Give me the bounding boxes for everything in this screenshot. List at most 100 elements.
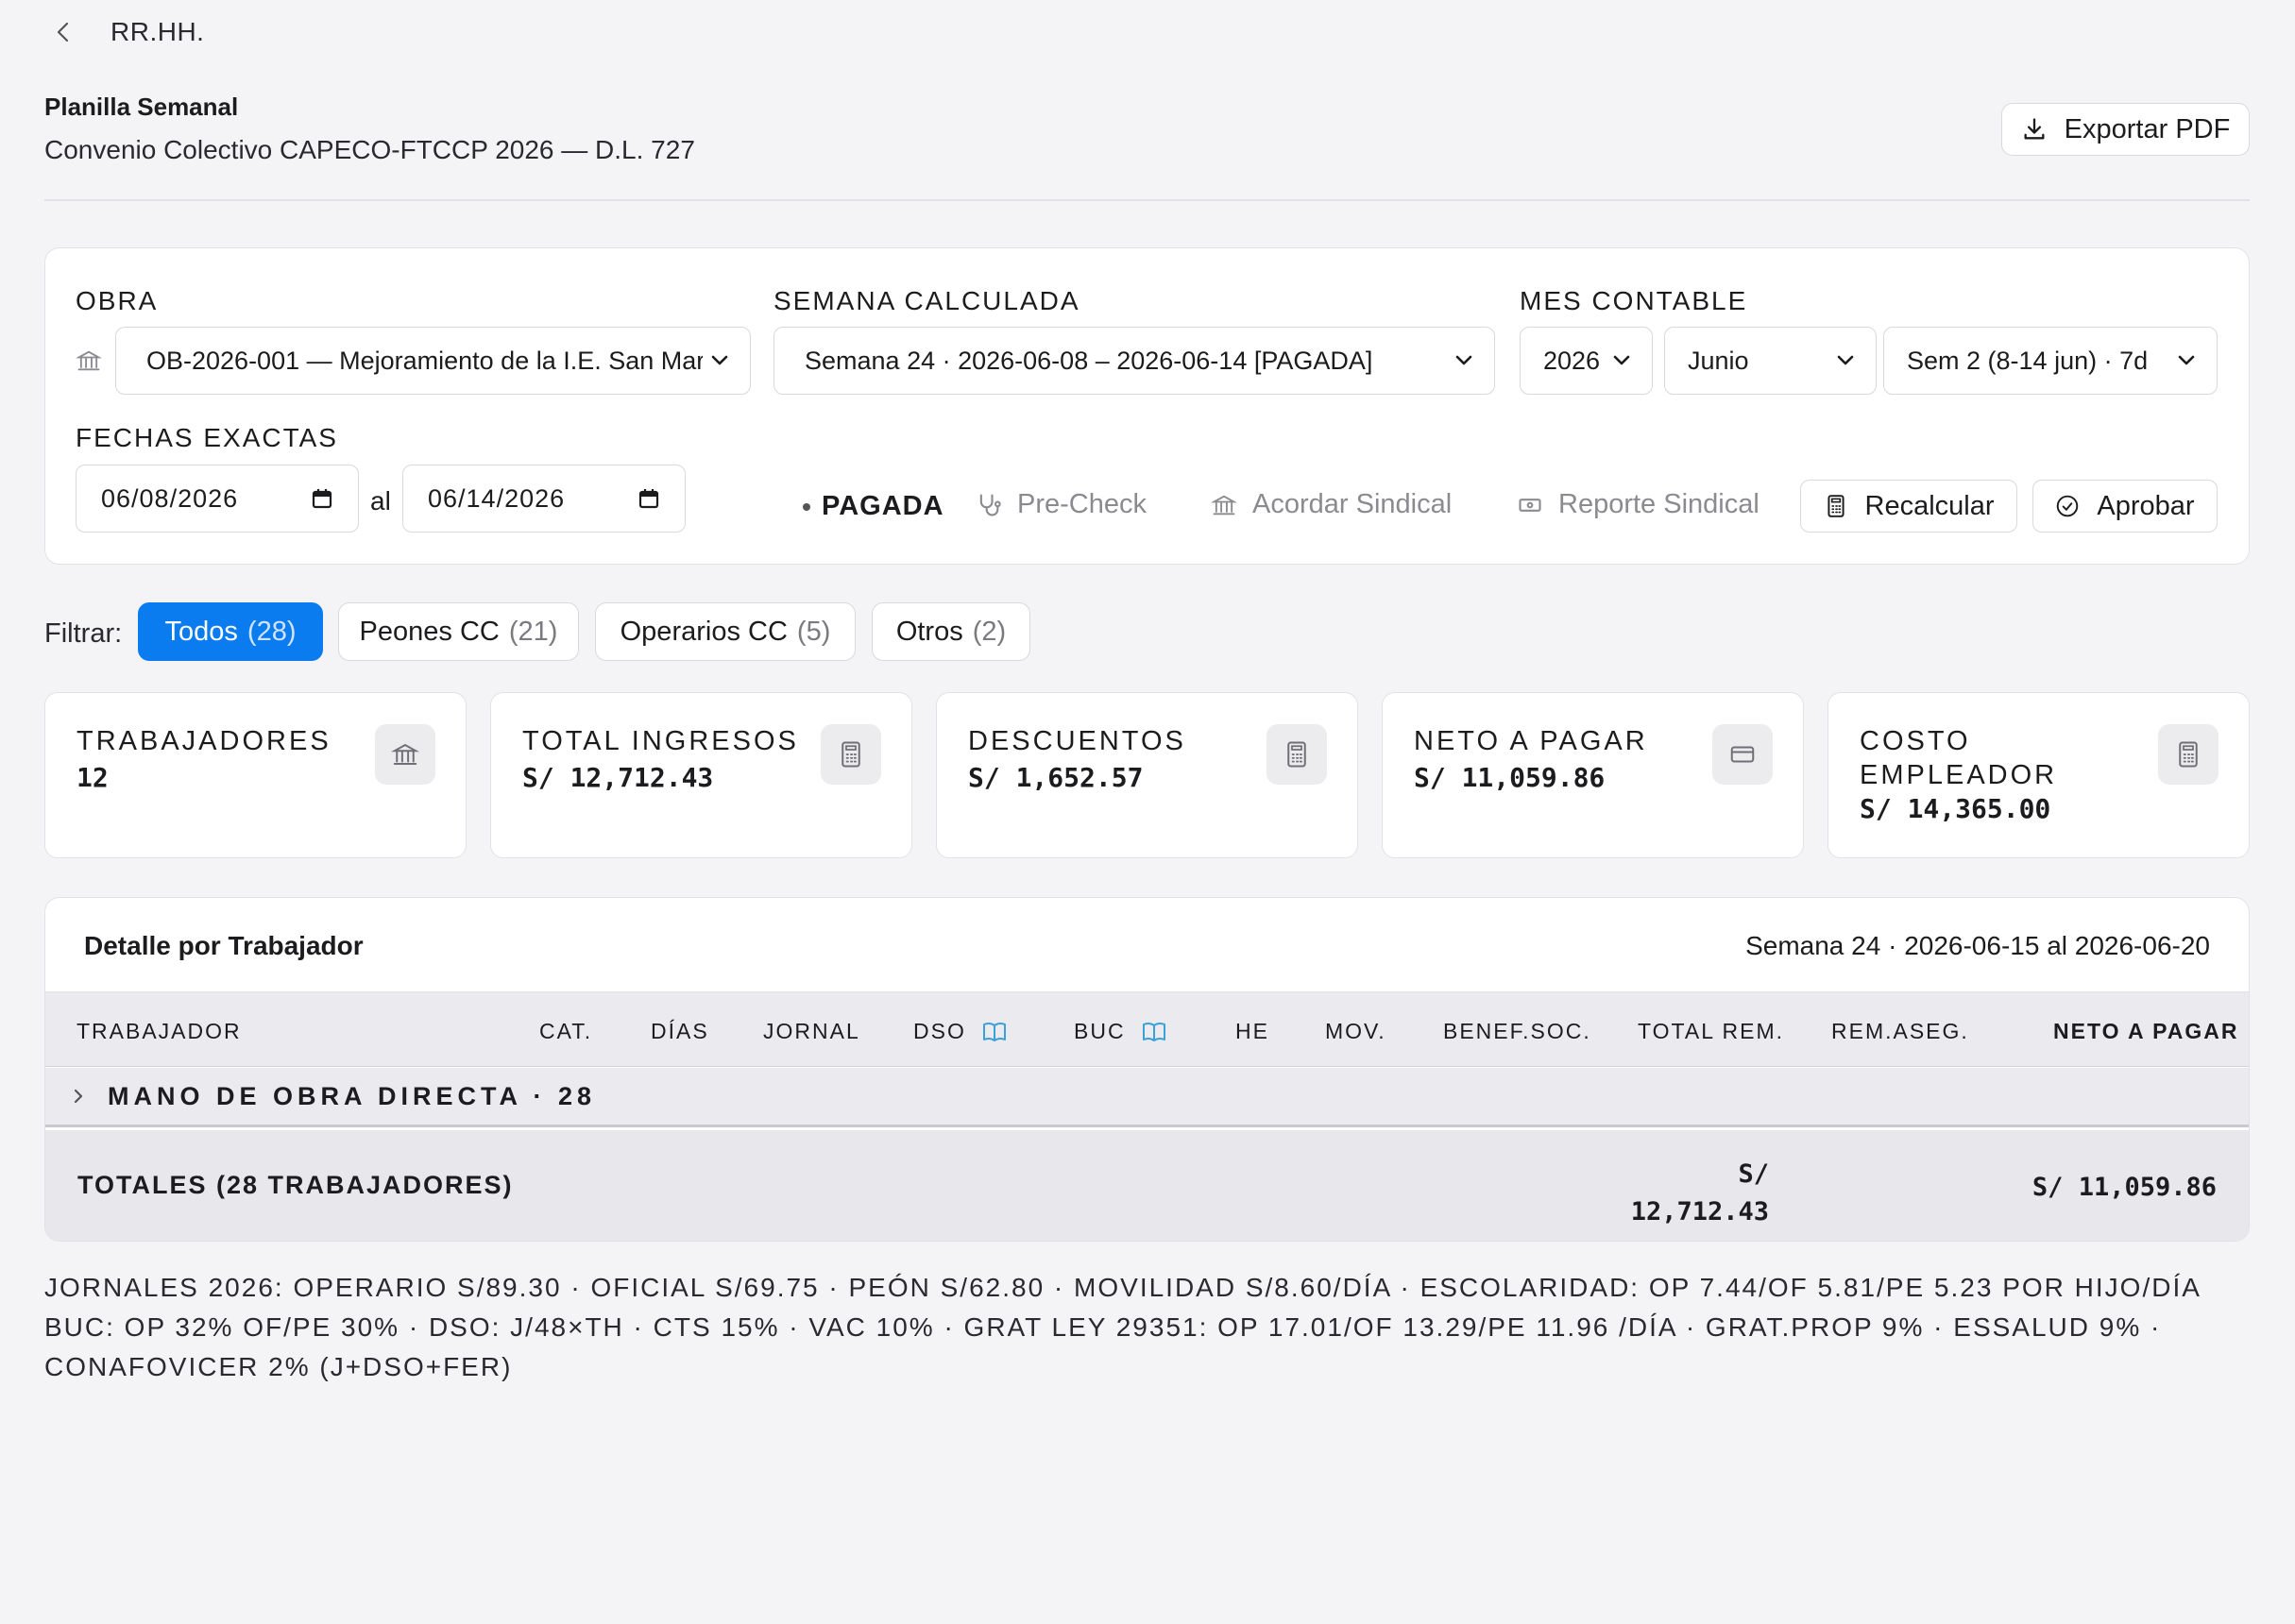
filter-pill-otros[interactable]: Otros (2) [872,602,1030,661]
month-select[interactable]: Junio [1664,327,1877,395]
table-header: TRABAJADOR CAT. DÍAS JORNAL DSO BUC HE M… [45,991,2249,1067]
stat-label: COSTO EMPLEADOR [1860,726,2058,790]
group-label: MANO DE OBRA DIRECTA · 28 [108,1081,597,1110]
col-neto-a-pagar[interactable]: NETO A PAGAR [2053,1019,2239,1044]
chevron-down-icon [711,355,728,365]
filter-pill-count: (21) [508,616,558,647]
stat-card-costo-empleador: COSTO EMPLEADOR S/ 14,365.00 [1828,692,2250,858]
col-buc-label: BUC [1074,1019,1126,1043]
bank-icon [1211,495,1237,515]
col-total-rem[interactable]: TOTAL REM. [1638,1019,1784,1044]
col-mov[interactable]: MOV. [1325,1019,1386,1044]
totals-row: TOTALES (28 TRABAJADORES) S/ 12,712.43 S… [45,1130,2249,1241]
date-to-value: 06/14/2026 [428,483,566,513]
week-select[interactable]: Sem 2 (8-14 jun) · 7d [1883,327,2218,395]
detail-title: Detalle por Trabajador [84,931,364,960]
col-dias[interactable]: DÍAS [651,1019,709,1044]
status-badge: PAGADA [803,491,944,522]
header-divider [44,199,2250,201]
group-row-mano-de-obra[interactable]: MANO DE OBRA DIRECTA · 28 [45,1068,2249,1127]
obra-select[interactable]: OB-2026-001 — Mejoramiento de la I.E. Sa… [115,327,751,395]
filter-pill-count: (2) [972,616,1007,647]
year-select-value: 2026 [1543,346,1601,375]
precheck-label: Pre-Check [1017,489,1147,519]
fechas-exactas-label: FECHAS EXACTAS [76,423,338,452]
calculator-icon [1827,495,1844,517]
stat-card-total-ingresos: TOTAL INGRESOS S/ 12,712.43 [490,692,912,858]
stat-label: TRABAJADORES [76,726,332,756]
book-icon[interactable] [981,1021,1008,1043]
recalcular-button[interactable]: Recalcular [1800,480,2017,533]
date-from-input[interactable]: 06/08/2026 [76,465,359,533]
stat-label: TOTAL INGRESOS [522,726,799,756]
semana-select-value: Semana 24 · 2026-06-08 – 2026-06-14 [PAG… [805,346,1373,375]
stat-value: S/ 14,365.00 [1860,793,2051,824]
col-benef-soc[interactable]: BENEF.SOC. [1443,1019,1591,1044]
week-select-value: Sem 2 (8-14 jun) · 7d [1907,346,2149,375]
month-select-value: Junio [1688,346,1749,375]
col-trabajador[interactable]: TRABAJADOR [76,1019,242,1044]
totals-total-rem: S/ 12,712.43 [1580,1156,1769,1231]
aprobar-button[interactable]: Aprobar [2032,480,2218,533]
filter-pill-todos[interactable]: Todos (28) [138,602,323,661]
detail-range: Semana 24 · 2026-06-15 al 2026-06-20 [1745,931,2210,960]
calendar-icon[interactable] [311,487,333,510]
filter-pill-label: Todos [164,616,238,647]
bank-icon [76,347,102,374]
stat-value: S/ 1,652.57 [968,762,1144,793]
date-from-value: 06/08/2026 [101,483,239,513]
date-to-input[interactable]: 06/14/2026 [402,465,686,533]
chevron-down-icon [2178,355,2195,365]
stat-label: DESCUENTOS [968,726,1186,756]
calculator-icon [1266,724,1327,785]
mes-contable-label: MES CONTABLE [1520,286,1748,315]
acordar-sindical-button[interactable]: Acordar Sindical [1211,489,1452,520]
book-icon[interactable] [1141,1021,1167,1043]
calendar-icon[interactable] [638,487,660,510]
filter-pill-label: Otros [895,616,963,647]
notes-line-2: BUC: OP 32% OF/PE 30% · DSO: J/48×TH · C… [44,1312,2162,1381]
filter-pill-count: (5) [796,616,831,647]
download-icon [2024,118,2045,140]
stat-card-descuentos: DESCUENTOS S/ 1,652.57 [936,692,1358,858]
totals-neto: S/ 11,059.86 [2032,1173,2217,1202]
col-dso[interactable]: DSO [913,1019,1008,1044]
col-buc[interactable]: BUC [1074,1019,1167,1044]
stethoscope-icon [979,493,1001,516]
stat-value: S/ 11,059.86 [1414,762,1606,793]
banknote-icon [1519,498,1541,512]
totals-total-rem-amount: 12,712.43 [1630,1197,1769,1226]
export-pdf-label: Exportar PDF [2064,113,2231,144]
semana-select[interactable]: Semana 24 · 2026-06-08 – 2026-06-14 [PAG… [774,327,1495,395]
col-rem-aseg[interactable]: REM.ASEG. [1831,1019,1969,1044]
reporte-sindical-button[interactable]: Reporte Sindical [1517,489,1760,520]
status-label: PAGADA [822,491,944,521]
precheck-button[interactable]: Pre-Check [976,489,1147,520]
top-nav: RR.HH. [44,13,204,51]
chevron-down-icon [1613,355,1630,365]
breadcrumb[interactable]: RR.HH. [110,17,204,47]
export-pdf-button[interactable]: Exportar PDF [2001,103,2250,156]
obra-label: OBRA [76,286,159,315]
check-circle-icon [2057,495,2079,517]
recalcular-label: Recalcular [1864,490,1995,521]
filter-pill-count: (28) [246,616,297,647]
totals-label: TOTALES (28 TRABAJADORES) [77,1171,514,1199]
col-jornal[interactable]: JORNAL [763,1019,860,1044]
year-select[interactable]: 2026 [1520,327,1653,395]
filter-pill-operarios[interactable]: Operarios CC (5) [595,602,856,661]
credit-card-icon [1712,724,1773,785]
filter-pill-peones[interactable]: Peones CC (21) [338,602,579,661]
col-he[interactable]: HE [1235,1019,1269,1044]
chevron-left-icon [57,22,69,42]
rates-notes: JORNALES 2026: OPERARIO S/89.30 · OFICIA… [44,1268,2250,1387]
back-button[interactable] [44,13,82,51]
col-cat[interactable]: CAT. [539,1019,592,1044]
page-subtitle: Convenio Colectivo CAPECO-FTCCP 2026 — D… [44,135,695,164]
stat-card-trabajadores: TRABAJADORES 12 [44,692,467,858]
obra-select-value: OB-2026-001 — Mejoramiento de la I.E. Sa… [146,346,703,375]
chevron-down-icon [1455,355,1472,365]
chevron-right-icon[interactable] [72,1087,85,1106]
page-title: Planilla Semanal [44,93,239,121]
filter-pill-label: Operarios CC [620,616,788,647]
